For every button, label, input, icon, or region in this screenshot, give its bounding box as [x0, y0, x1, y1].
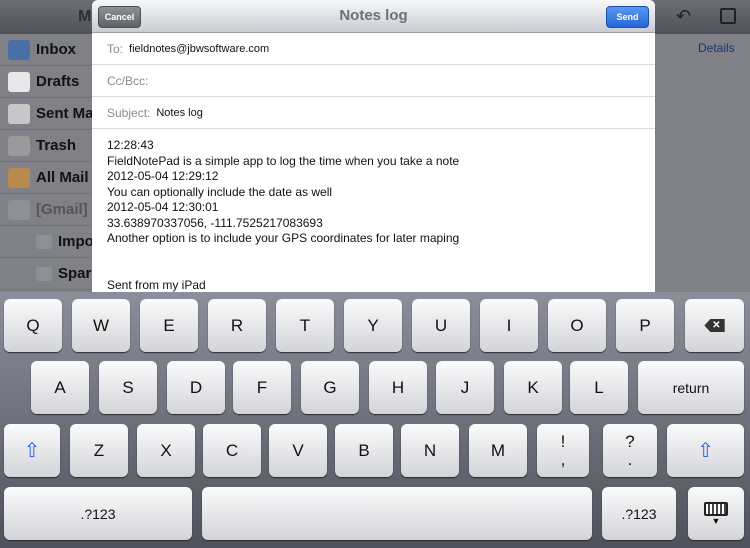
body-line: 2012-05-04 12:30:01	[107, 200, 219, 214]
space-bar[interactable]	[202, 487, 592, 540]
inbox-icon	[8, 39, 30, 60]
subject-field[interactable]: Subject: Notes log	[92, 97, 655, 129]
message-body[interactable]: 12:28:43 FieldNotePad is a simple app to …	[92, 129, 655, 292]
sidebar-item: Spar	[0, 258, 92, 290]
key-v[interactable]: V	[269, 424, 327, 477]
key-a[interactable]: A	[31, 361, 89, 414]
key-p[interactable]: P	[616, 299, 674, 352]
trash-icon	[8, 135, 30, 156]
sidebar-item-label: All Mail	[36, 169, 89, 186]
key-l[interactable]: L	[570, 361, 628, 414]
sidebar-item-label: [Gmail]	[36, 201, 88, 218]
body-line: 12:28:43	[107, 138, 154, 152]
key-d[interactable]: D	[167, 361, 225, 414]
background-title: M	[78, 8, 92, 25]
body-line: Sent from my iPad	[107, 277, 206, 292]
sidebar-item-label: Spar	[58, 265, 92, 282]
body-line: Another option is to include your GPS co…	[107, 231, 460, 245]
shift-icon: ⇧	[697, 440, 714, 462]
question-label: ?	[625, 431, 635, 451]
return-key[interactable]: return	[638, 361, 744, 414]
sidebar-item-label: Impo	[58, 233, 92, 250]
key-u[interactable]: U	[412, 299, 470, 352]
key-o[interactable]: O	[548, 299, 606, 352]
sent-icon	[8, 103, 30, 124]
subject-value: Notes log	[156, 106, 203, 119]
compose-icon	[720, 8, 736, 24]
key-i[interactable]: I	[480, 299, 538, 352]
sidebar-item: Inbox	[0, 34, 92, 66]
key-r[interactable]: R	[208, 299, 266, 352]
shift-icon: ⇧	[23, 440, 41, 462]
body-line	[107, 262, 640, 278]
key-f[interactable]: F	[233, 361, 291, 414]
compose-header: Cancel Notes log Send	[92, 0, 655, 33]
sidebar-item-label: Drafts	[36, 73, 80, 90]
sidebar-item-label: Trash	[36, 137, 77, 154]
folder-icon	[36, 234, 52, 249]
question-period-key[interactable]: ?.	[603, 424, 657, 477]
key-x[interactable]: X	[137, 424, 195, 477]
reply-icon: ↶	[676, 6, 692, 26]
compose-title: Notes log	[339, 7, 408, 24]
sidebar-item: Trash	[0, 130, 92, 162]
key-j[interactable]: J	[436, 361, 494, 414]
body-line: 33.638970337056, -111.7525217083693	[107, 215, 323, 230]
sidebar-item: Sent Ma	[0, 98, 92, 130]
key-h[interactable]: H	[369, 361, 427, 414]
cc-bcc-field[interactable]: Cc/Bcc:	[92, 65, 655, 97]
body-line: You can optionally include the date as w…	[107, 184, 333, 199]
body-line	[107, 247, 640, 263]
key-n[interactable]: N	[401, 424, 459, 477]
key-m[interactable]: M	[469, 424, 527, 477]
key-b[interactable]: B	[335, 424, 393, 477]
key-e[interactable]: E	[140, 299, 198, 352]
backspace-icon: ✕	[704, 319, 725, 332]
key-g[interactable]: G	[301, 361, 359, 414]
key-c[interactable]: C	[203, 424, 261, 477]
exclamation-comma-key[interactable]: !,	[537, 424, 589, 477]
shift-key-right[interactable]: ⇧	[667, 424, 744, 477]
to-field[interactable]: To: fieldnotes@jbwsoftware.com	[92, 33, 655, 65]
keyboard-dismiss-icon: ▼	[704, 501, 728, 526]
numbers-key-left[interactable]: .?123	[4, 487, 192, 540]
to-value: fieldnotes@jbwsoftware.com	[129, 42, 270, 55]
drafts-icon	[8, 71, 30, 92]
folder-icon	[36, 266, 52, 281]
details-link: Details	[698, 41, 735, 55]
exclamation-label: !	[560, 431, 566, 451]
to-label: To:	[107, 41, 124, 56]
body-line: FieldNotePad is a simple app to log the …	[107, 153, 460, 168]
all-mail-box-icon	[8, 167, 30, 188]
cc-bcc-label: Cc/Bcc:	[107, 73, 149, 88]
on-screen-keyboard: Q W E R T Y U I O P ✕ A S D F G H J K Lreturn ⇧ Z X C V B N M!,?. ⇧.…	[0, 292, 750, 548]
compose-sheet: Cancel Notes log Send To: fieldnotes@jbws…	[92, 0, 655, 292]
period-label: .	[627, 449, 633, 469]
key-z[interactable]: Z	[70, 424, 128, 477]
sidebar-item: [Gmail]	[0, 194, 92, 226]
key-t[interactable]: T	[276, 299, 334, 352]
sidebar-item: Impo	[0, 226, 92, 258]
key-q[interactable]: Q	[4, 299, 62, 352]
subject-label: Subject:	[107, 105, 151, 120]
key-w[interactable]: W	[72, 299, 130, 352]
hide-keyboard-key[interactable]: ▼	[688, 487, 744, 540]
shift-key-left[interactable]: ⇧	[4, 424, 60, 477]
body-line: 2012-05-04 12:29:12	[107, 169, 219, 183]
key-k[interactable]: K	[504, 361, 562, 414]
key-s[interactable]: S	[99, 361, 157, 414]
backspace-key[interactable]: ✕	[685, 299, 744, 352]
sidebar-item: All Mail	[0, 162, 92, 194]
send-button[interactable]: Send	[606, 6, 649, 28]
key-y[interactable]: Y	[344, 299, 402, 352]
sidebar-item: Drafts	[0, 66, 92, 98]
comma-label: ,	[560, 449, 566, 469]
folder-icon	[8, 199, 30, 220]
sidebar-item-label: Inbox	[36, 41, 76, 58]
sidebar-item-label: Sent Ma	[36, 105, 92, 122]
numbers-key-right[interactable]: .?123	[602, 487, 676, 540]
